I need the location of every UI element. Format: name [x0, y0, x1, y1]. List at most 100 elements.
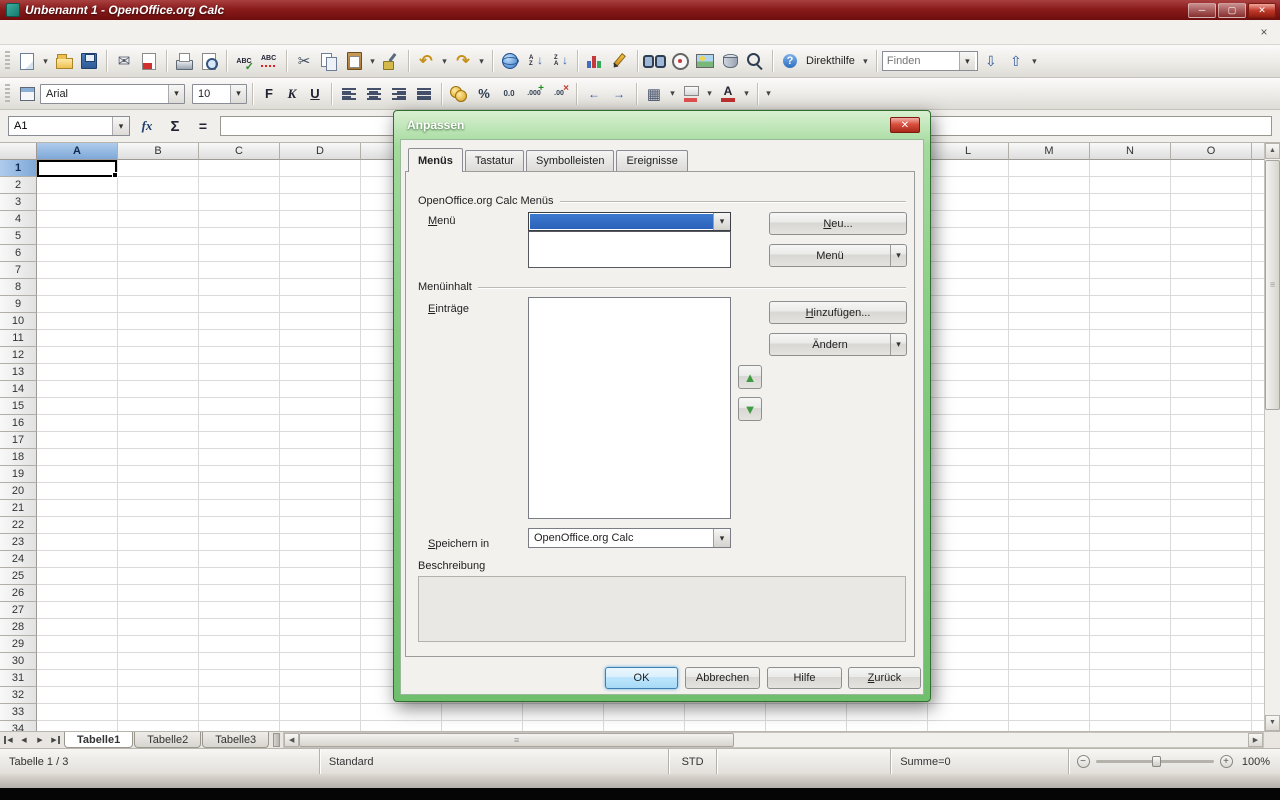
cell-D10[interactable]: [280, 313, 361, 330]
cell-D26[interactable]: [280, 585, 361, 602]
cell-C19[interactable]: [199, 466, 280, 483]
modify-button[interactable]: Ändern: [769, 333, 907, 356]
cell-N25[interactable]: [1090, 568, 1171, 585]
cell-B22[interactable]: [118, 517, 199, 534]
cell-M19[interactable]: [1009, 466, 1090, 483]
row-header-16[interactable]: 16: [0, 415, 37, 432]
cell-C3[interactable]: [199, 194, 280, 211]
add-button[interactable]: Hinzufügen...: [769, 301, 907, 324]
cell-C8[interactable]: [199, 279, 280, 296]
find-replace-icon[interactable]: [643, 49, 667, 73]
cell-D12[interactable]: [280, 347, 361, 364]
page-preview-icon[interactable]: [197, 49, 221, 73]
column-header-L[interactable]: L: [928, 143, 1009, 160]
cell-O17[interactable]: [1171, 432, 1252, 449]
cell-N17[interactable]: [1090, 432, 1171, 449]
cell-B23[interactable]: [118, 534, 199, 551]
row-header-22[interactable]: 22: [0, 517, 37, 534]
scroll-right-icon[interactable]: ▶: [1248, 733, 1263, 747]
cell-M5[interactable]: [1009, 228, 1090, 245]
row-header-14[interactable]: 14: [0, 381, 37, 398]
borders-dropdown-icon[interactable]: [667, 83, 678, 105]
zoom-slider[interactable]: [1096, 760, 1214, 763]
cell-A15[interactable]: [37, 398, 118, 415]
cell-C30[interactable]: [199, 653, 280, 670]
cell-L29[interactable]: [928, 636, 1009, 653]
cell-D11[interactable]: [280, 330, 361, 347]
cell-H34[interactable]: [604, 721, 685, 731]
menu-button-dropdown-icon[interactable]: [890, 245, 906, 266]
cell-O16[interactable]: [1171, 415, 1252, 432]
row-header-11[interactable]: 11: [0, 330, 37, 347]
row-header-17[interactable]: 17: [0, 432, 37, 449]
cell-M3[interactable]: [1009, 194, 1090, 211]
cell-A2[interactable]: [37, 177, 118, 194]
cell-A16[interactable]: [37, 415, 118, 432]
cell-C29[interactable]: [199, 636, 280, 653]
function-icon[interactable]: =: [192, 115, 214, 137]
cell-N15[interactable]: [1090, 398, 1171, 415]
cell-O26[interactable]: [1171, 585, 1252, 602]
cell-L5[interactable]: [928, 228, 1009, 245]
cell-N13[interactable]: [1090, 364, 1171, 381]
auto-spellcheck-icon[interactable]: [257, 49, 281, 73]
cell-O12[interactable]: [1171, 347, 1252, 364]
name-box[interactable]: [8, 116, 130, 136]
cell-L18[interactable]: [928, 449, 1009, 466]
cell-N19[interactable]: [1090, 466, 1171, 483]
cell-B33[interactable]: [118, 704, 199, 721]
cell-O28[interactable]: [1171, 619, 1252, 636]
insert-chart-icon[interactable]: [583, 49, 607, 73]
cell-D25[interactable]: [280, 568, 361, 585]
cell-M1[interactable]: [1009, 160, 1090, 177]
row-header-31[interactable]: 31: [0, 670, 37, 687]
row-header-7[interactable]: 7: [0, 262, 37, 279]
cell-M12[interactable]: [1009, 347, 1090, 364]
cell-D4[interactable]: [280, 211, 361, 228]
open-icon[interactable]: [52, 49, 76, 73]
cell-A1[interactable]: [37, 160, 118, 177]
cell-L27[interactable]: [928, 602, 1009, 619]
cell-M17[interactable]: [1009, 432, 1090, 449]
cell-B4[interactable]: [118, 211, 199, 228]
cell-M10[interactable]: [1009, 313, 1090, 330]
undo-dropdown-icon[interactable]: [439, 50, 450, 72]
cell-C15[interactable]: [199, 398, 280, 415]
row-header-23[interactable]: 23: [0, 534, 37, 551]
cell-L26[interactable]: [928, 585, 1009, 602]
cell-M6[interactable]: [1009, 245, 1090, 262]
cell-O13[interactable]: [1171, 364, 1252, 381]
page-style[interactable]: Standard: [320, 749, 669, 774]
column-header-M[interactable]: M: [1009, 143, 1090, 160]
cell-M14[interactable]: [1009, 381, 1090, 398]
navigator-icon[interactable]: [668, 49, 692, 73]
cell-N8[interactable]: [1090, 279, 1171, 296]
cell-B19[interactable]: [118, 466, 199, 483]
cell-D20[interactable]: [280, 483, 361, 500]
cell-A18[interactable]: [37, 449, 118, 466]
cell-L30[interactable]: [928, 653, 1009, 670]
cell-A5[interactable]: [37, 228, 118, 245]
delete-decimal-icon[interactable]: [547, 82, 571, 106]
cell-N26[interactable]: [1090, 585, 1171, 602]
cell-L2[interactable]: [928, 177, 1009, 194]
cell-B18[interactable]: [118, 449, 199, 466]
row-header-2[interactable]: 2: [0, 177, 37, 194]
cell-C18[interactable]: [199, 449, 280, 466]
cell-C25[interactable]: [199, 568, 280, 585]
cell-O25[interactable]: [1171, 568, 1252, 585]
print-icon[interactable]: [172, 49, 196, 73]
zoom-out-icon[interactable]: −: [1077, 755, 1090, 768]
selection-mode[interactable]: STD: [669, 749, 717, 774]
copy-icon[interactable]: [317, 49, 341, 73]
tab-ereignisse[interactable]: Ereignisse: [616, 150, 687, 171]
menu-combobox[interactable]: [528, 212, 731, 231]
cell-N31[interactable]: [1090, 670, 1171, 687]
cell-B3[interactable]: [118, 194, 199, 211]
cell-A7[interactable]: [37, 262, 118, 279]
new-document-dropdown-icon[interactable]: [40, 50, 51, 72]
vertical-scrollbar-thumb[interactable]: [1265, 160, 1280, 410]
cell-O11[interactable]: [1171, 330, 1252, 347]
cell-C32[interactable]: [199, 687, 280, 704]
cell-L19[interactable]: [928, 466, 1009, 483]
